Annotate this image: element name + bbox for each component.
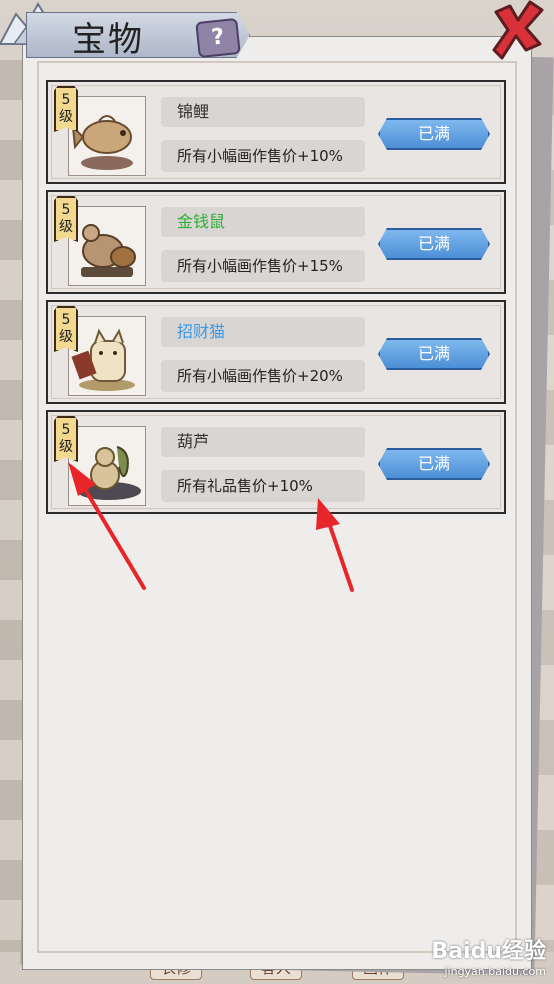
watermark-logo: Baidu经验	[431, 939, 546, 964]
watermark-url: jingyan.baidu.com	[444, 965, 546, 978]
treasure-row-2: 5 级 金钱鼠 所有小幅画作售价+15% 已满	[46, 190, 506, 294]
treasure-name: 锦鲤	[161, 97, 365, 127]
treasure-effect: 所有小幅画作售价+15%	[161, 250, 365, 282]
level-badge: 5 级	[54, 86, 78, 132]
level-badge: 5 级	[54, 196, 78, 242]
close-icon[interactable]	[490, 0, 546, 64]
annotation-arrow-right	[316, 498, 354, 592]
lucky-cat-statue-image	[68, 316, 146, 396]
koi-statue-image	[68, 96, 146, 176]
level-badge: 5 级	[54, 306, 78, 352]
money-rat-statue-image	[68, 206, 146, 286]
page-title: 宝物	[72, 20, 144, 60]
annotation-arrow-left	[68, 462, 146, 590]
treasure-name: 金钱鼠	[161, 207, 365, 237]
maxed-button[interactable]: 已满	[378, 118, 490, 150]
help-button[interactable]: ?	[195, 17, 241, 59]
treasure-effect: 所有小幅画作售价+10%	[161, 140, 365, 172]
maxed-button[interactable]: 已满	[378, 448, 490, 480]
treasure-effect: 所有小幅画作售价+20%	[161, 360, 365, 392]
baidu-watermark: Baidu经验 jingyan.baidu.com	[431, 933, 546, 978]
maxed-button[interactable]: 已满	[378, 338, 490, 370]
treasure-name: 招财猫	[161, 317, 365, 347]
treasure-name: 葫芦	[161, 427, 365, 457]
treasure-row-3: 5 级 招财猫 所有小幅画作售价+20% 已满	[46, 300, 506, 404]
treasure-row-1: 5 级 锦鲤 所有小幅画作售价+10% 已满	[46, 80, 506, 184]
maxed-button[interactable]: 已满	[378, 228, 490, 260]
